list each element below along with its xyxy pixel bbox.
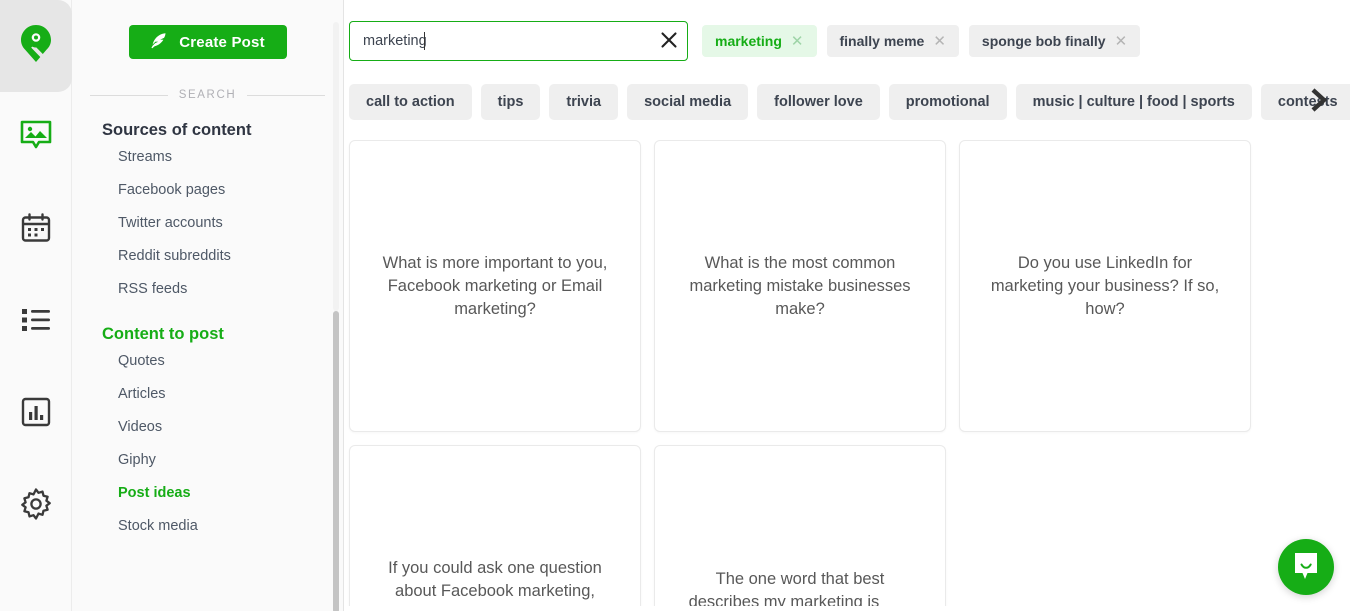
search-section-divider: SEARCH: [90, 89, 325, 101]
sidebar-item-videos[interactable]: Videos: [72, 410, 343, 443]
post-idea-text: The one word that best describes my mark…: [688, 570, 912, 606]
search-toolbar: marketing ✕ finally meme ✕ sponge bob fi…: [344, 0, 1350, 62]
category-chip-follower-love[interactable]: follower love: [757, 84, 880, 120]
sidebar-item-twitter-accounts[interactable]: Twitter accounts: [72, 206, 343, 239]
category-chips-scroller: call to action tips trivia social media …: [344, 82, 1350, 122]
category-chip-call-to-action[interactable]: call to action: [349, 84, 472, 120]
sidebar-item-media-composer[interactable]: [0, 92, 72, 184]
sidebar-item-stock-media[interactable]: Stock media: [72, 509, 343, 542]
search-input[interactable]: [349, 21, 688, 61]
sidebar-item-analytics[interactable]: [0, 368, 72, 460]
post-idea-text: If you could ask one question about Face…: [388, 558, 602, 607]
active-tag-label: sponge bob finally: [981, 33, 1106, 49]
sidebar-item-logo[interactable]: [0, 0, 72, 92]
nav-list-sources: Streams Facebook pages Twitter accounts …: [72, 140, 343, 305]
post-idea-card[interactable]: Do you use LinkedIn for marketing your b…: [959, 140, 1251, 432]
sidebar-item-facebook-pages[interactable]: Facebook pages: [72, 173, 343, 206]
active-tag-sponge-bob-finally[interactable]: sponge bob finally ✕: [968, 25, 1141, 57]
gear-icon: [20, 487, 52, 525]
main-content: marketing ✕ finally meme ✕ sponge bob fi…: [344, 0, 1350, 611]
text-caret: [424, 32, 425, 50]
post-ideas-grid: What is more important to you, Facebook …: [349, 140, 1350, 606]
chat-launcher-button[interactable]: [1278, 539, 1334, 595]
create-post-label: Create Post: [179, 33, 265, 51]
sidebar-item-articles[interactable]: Articles: [72, 377, 343, 410]
post-idea-card[interactable]: If you could ask one question about Face…: [349, 445, 641, 606]
remove-tag-icon[interactable]: ✕: [933, 34, 946, 49]
app-root: Create Post SEARCH Sources of content St…: [0, 0, 1350, 611]
map-pin-logo-icon: [17, 23, 55, 70]
category-chip-music-culture-food-sports[interactable]: music | culture | food | sports: [1015, 84, 1252, 120]
sidebar-item-quotes[interactable]: Quotes: [72, 344, 343, 377]
remove-tag-icon[interactable]: ✕: [791, 34, 804, 49]
list-icon: [20, 307, 52, 338]
panel-scrollbar-thumb[interactable]: [333, 311, 339, 611]
search-field-wrapper: [349, 21, 688, 61]
chat-bubble-icon: [1292, 551, 1320, 584]
clear-search-button[interactable]: [659, 31, 679, 51]
category-chip-tips[interactable]: tips: [480, 84, 541, 120]
divider-line-left: [90, 94, 168, 96]
sidebar-item-queue[interactable]: [0, 276, 72, 368]
panel-scrollbar[interactable]: [333, 22, 339, 611]
icon-rail: [0, 0, 72, 611]
active-tag-label: marketing: [715, 33, 782, 49]
section-heading-sources: Sources of content: [102, 121, 252, 139]
post-idea-card[interactable]: What is more important to you, Facebook …: [349, 140, 641, 432]
post-idea-text: Do you use LinkedIn for marketing your b…: [990, 253, 1220, 318]
remove-tag-icon[interactable]: ✕: [1115, 34, 1128, 49]
sidebar-item-post-ideas[interactable]: Post ideas: [72, 476, 343, 509]
bar-chart-icon: [21, 397, 51, 432]
categories-next-button[interactable]: [1304, 86, 1334, 118]
category-chip-trivia[interactable]: trivia: [549, 84, 619, 120]
category-chip-social-media[interactable]: social media: [627, 84, 749, 120]
close-icon: [660, 31, 678, 52]
image-bubble-icon: [19, 119, 53, 158]
post-ideas-results[interactable]: What is more important to you, Facebook …: [344, 140, 1350, 606]
section-heading-content-to-post: Content to post: [102, 325, 224, 343]
chevron-right-icon: [1308, 86, 1330, 119]
create-post-button[interactable]: Create Post: [128, 25, 287, 59]
category-chips-list: call to action tips trivia social media …: [344, 82, 1350, 122]
post-idea-text: What is the most common marketing mistak…: [689, 253, 911, 318]
content-sources-panel: Create Post SEARCH Sources of content St…: [72, 0, 344, 611]
nav-list-content-to-post: Quotes Articles Videos Giphy Post ideas …: [72, 344, 343, 542]
active-tags-list: marketing ✕ finally meme ✕ sponge bob fi…: [702, 25, 1141, 57]
search-section-label: SEARCH: [178, 89, 237, 101]
sidebar-item-settings[interactable]: [0, 460, 72, 552]
post-idea-card[interactable]: The one word that best describes my mark…: [654, 445, 946, 606]
sidebar-item-rss-feeds[interactable]: RSS feeds: [72, 272, 343, 305]
active-tag-marketing[interactable]: marketing ✕: [702, 25, 817, 57]
sidebar-item-giphy[interactable]: Giphy: [72, 443, 343, 476]
category-chip-promotional[interactable]: promotional: [888, 84, 1007, 120]
post-idea-text: What is more important to you, Facebook …: [382, 253, 608, 318]
post-idea-card[interactable]: What is the most common marketing mistak…: [654, 140, 946, 432]
divider-line-right: [247, 94, 325, 96]
calendar-icon: [20, 212, 52, 249]
sidebar-item-calendar[interactable]: [0, 184, 72, 276]
active-tag-finally-meme[interactable]: finally meme ✕: [826, 25, 959, 57]
quill-icon: [150, 32, 167, 53]
sidebar-item-reddit-subreddits[interactable]: Reddit subreddits: [72, 239, 343, 272]
active-tag-label: finally meme: [839, 33, 925, 49]
sidebar-item-streams[interactable]: Streams: [72, 140, 343, 173]
